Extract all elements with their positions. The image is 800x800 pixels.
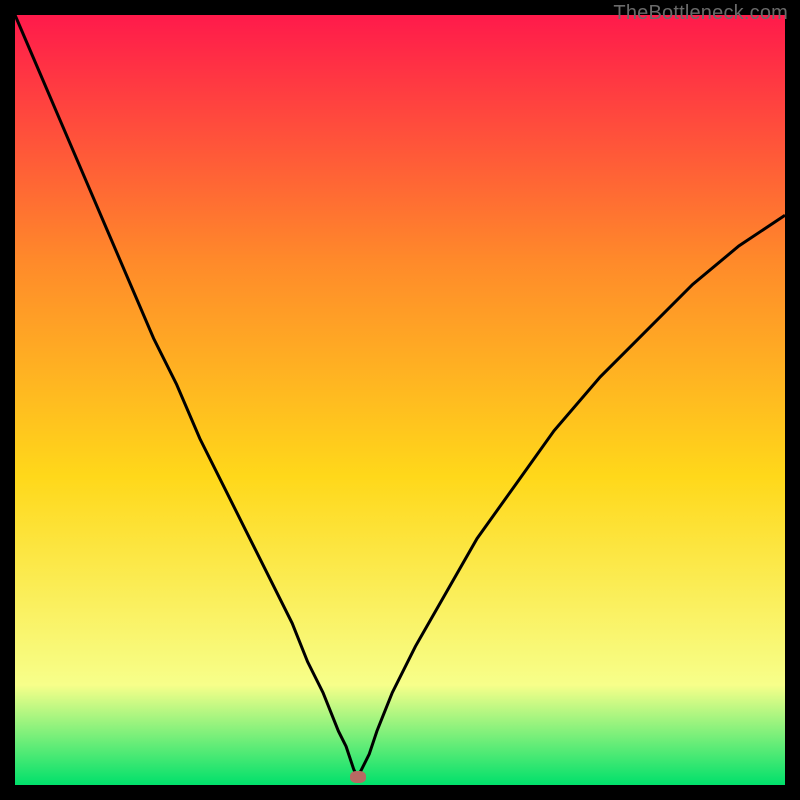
bottleneck-curve (15, 15, 785, 785)
chart-container: TheBottleneck.com (0, 0, 800, 800)
curve-path (15, 15, 785, 777)
plot-area (15, 15, 785, 785)
minimum-marker (350, 771, 366, 783)
watermark-text: TheBottleneck.com (613, 2, 788, 25)
